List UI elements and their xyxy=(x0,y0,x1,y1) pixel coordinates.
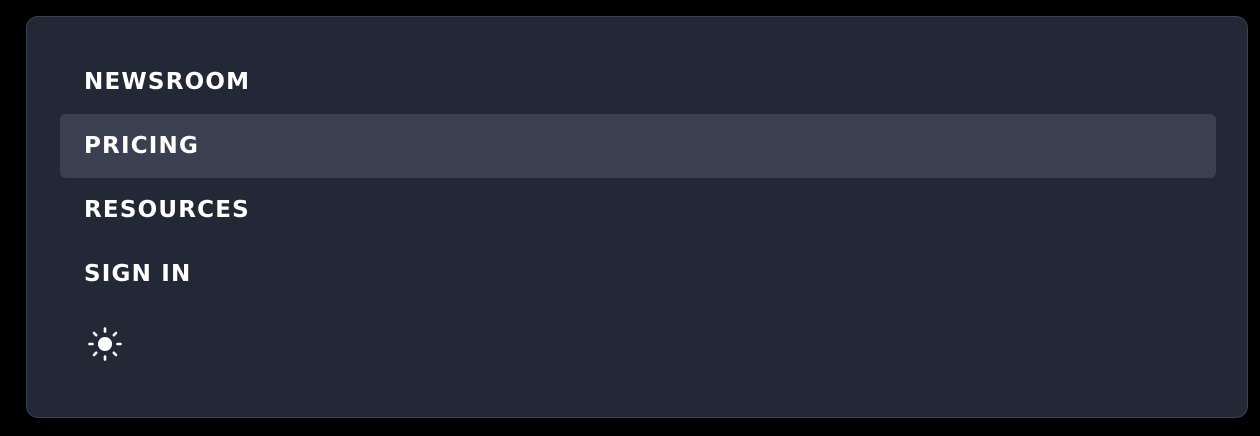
theme-toggle-button[interactable] xyxy=(85,324,125,364)
menu-item-label: NEWSROOM xyxy=(84,69,251,95)
nav-menu-panel: NEWSROOM PRICING RESOURCES SIGN IN xyxy=(26,16,1248,418)
menu-item-label: PRICING xyxy=(84,133,200,159)
menu-item-pricing[interactable]: PRICING xyxy=(60,114,1216,178)
menu-item-label: RESOURCES xyxy=(84,197,250,223)
sun-icon xyxy=(88,327,122,361)
menu-item-sign-in[interactable]: SIGN IN xyxy=(60,242,1216,306)
menu-item-resources[interactable]: RESOURCES xyxy=(60,178,1216,242)
nav-menu-list: NEWSROOM PRICING RESOURCES SIGN IN xyxy=(60,50,1216,306)
menu-item-label: SIGN IN xyxy=(84,261,192,287)
menu-item-newsroom[interactable]: NEWSROOM xyxy=(60,50,1216,114)
